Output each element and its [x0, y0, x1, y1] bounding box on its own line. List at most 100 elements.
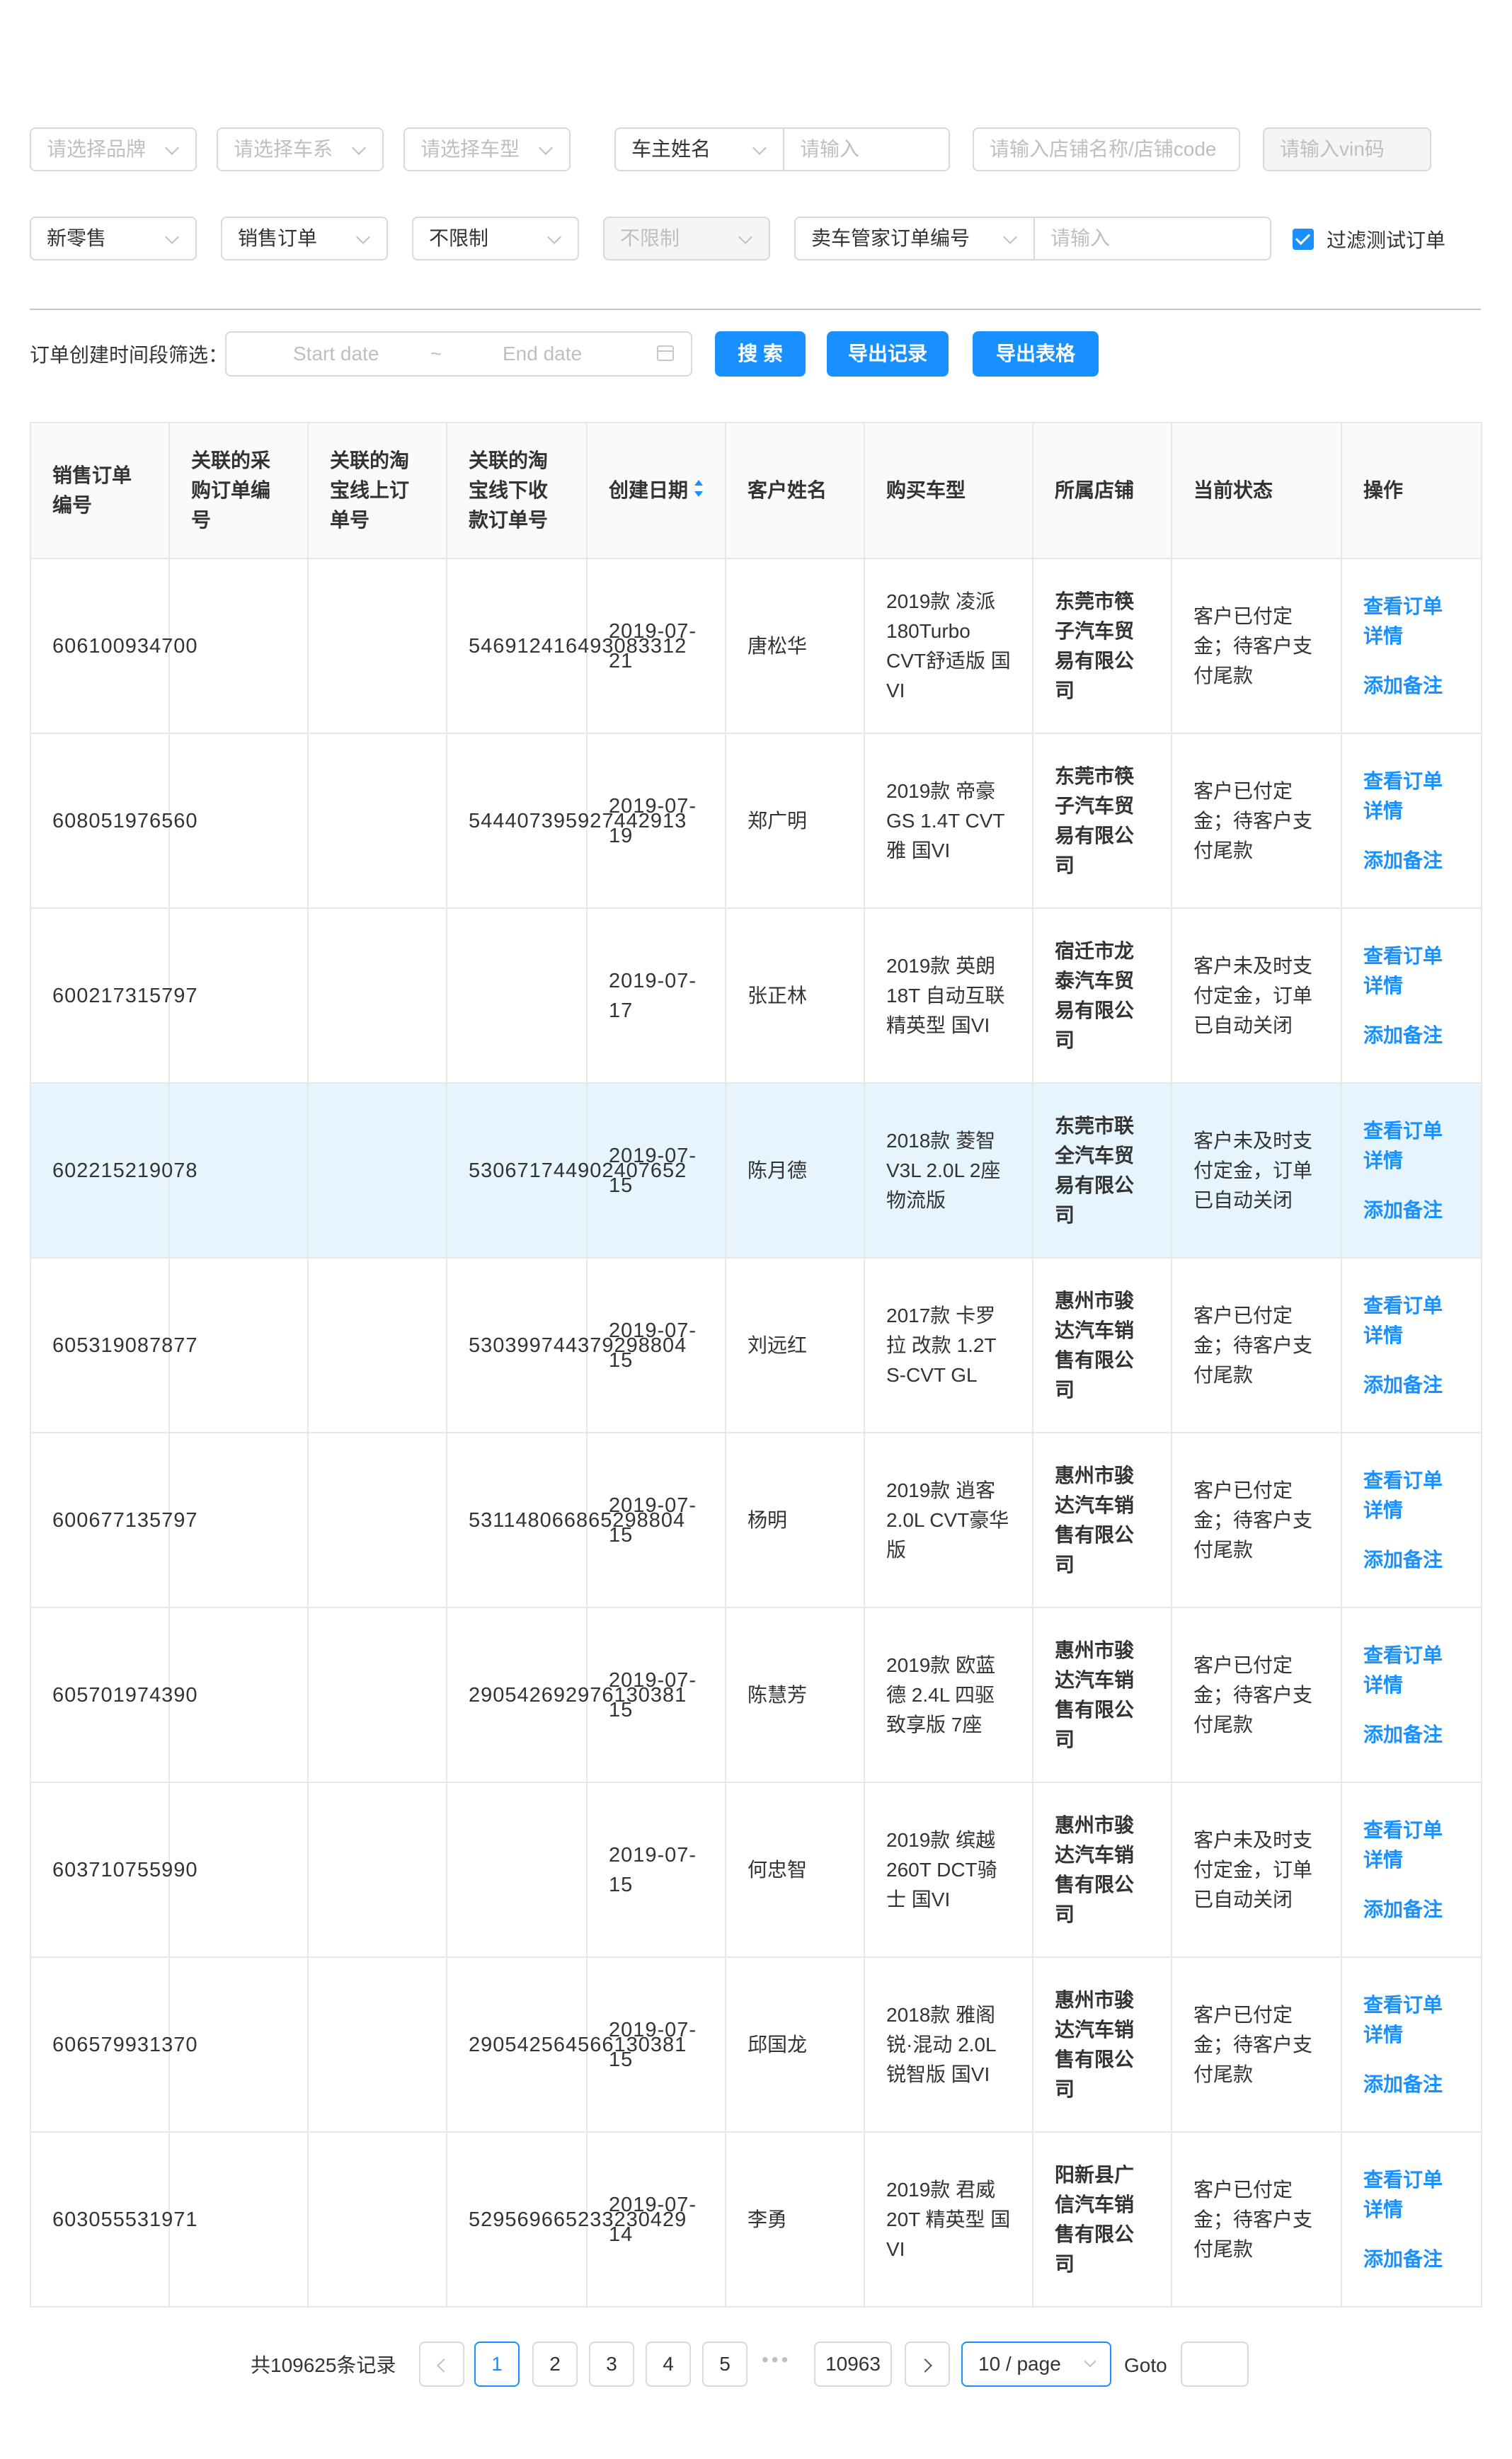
add-note-link[interactable]: 添加备注 [1363, 1196, 1460, 1225]
cell-taobao-online-no [307, 1082, 447, 1259]
date-range-picker[interactable]: Start date ~ End date [225, 331, 692, 377]
page-4-button[interactable]: 4 [646, 2342, 691, 2387]
view-order-detail-link[interactable]: 查看订单详情 [1363, 1816, 1460, 1875]
page-last-button[interactable]: 10963 [814, 2342, 892, 2387]
filter-test-orders-checkbox[interactable]: 过滤测试订单 [1293, 225, 1445, 253]
cell-customer-name: 邱国龙 [725, 1956, 865, 2133]
header-create-date[interactable]: 创建日期 [586, 422, 726, 559]
chevron-down-icon [1003, 230, 1017, 244]
cell-taobao-offline-no: 531148066865298804 [446, 1432, 685, 1608]
search-button[interactable]: 搜 索 [715, 331, 806, 377]
limit-select[interactable]: 不限制 [412, 217, 579, 260]
pagination-ellipsis[interactable]: ••• [762, 2349, 791, 2371]
cell-sales-order-no: 600217315797 [30, 907, 197, 1084]
cell-taobao-offline-no: 290542692976130381 [446, 1607, 686, 1783]
add-note-link[interactable]: 添加备注 [1363, 1545, 1460, 1575]
series-select[interactable]: 请选择车系 [217, 127, 384, 171]
page-1-button[interactable]: 1 [474, 2342, 520, 2387]
order-no-field-select-value: 卖车管家订单编号 [811, 227, 970, 249]
cell-actions: 查看订单详情添加备注 [1341, 2131, 1482, 2308]
order-type-select[interactable]: 销售订单 [221, 217, 388, 260]
table-row: 606100934700 546912416493083312 2019-07-21… [30, 558, 1482, 734]
prev-page-button[interactable] [419, 2342, 464, 2387]
cell-car-model: 2019款 君威 20T 精英型 国VI [864, 2131, 1033, 2308]
view-order-detail-link[interactable]: 查看订单详情 [1363, 2165, 1460, 2225]
cell-car-model: 2019款 欧蓝德 2.4L 四驱致享版 7座 [864, 1607, 1033, 1783]
filter-test-orders-label: 过滤测试订单 [1327, 229, 1446, 251]
cell-sales-order-no: 603055531971 [30, 2131, 197, 2308]
chevron-down-icon [539, 141, 553, 155]
chevron-down-icon [356, 230, 370, 244]
chevron-down-icon [738, 230, 752, 244]
cell-taobao-online-no [307, 907, 447, 1084]
add-note-link[interactable]: 添加备注 [1363, 1720, 1460, 1750]
table-header-row: 销售订单编号 关联的采购订单编号 关联的淘宝线上订单号 关联的淘宝线下收款订单号… [30, 422, 1482, 559]
cell-customer-name: 陈月德 [725, 1082, 865, 1259]
add-note-link[interactable]: 添加备注 [1363, 1895, 1460, 1925]
view-order-detail-link[interactable]: 查看订单详情 [1363, 1466, 1460, 1525]
goto-page-input[interactable] [1181, 2342, 1249, 2387]
view-order-detail-link[interactable]: 查看订单详情 [1363, 1990, 1460, 2050]
model-select[interactable]: 请选择车型 [403, 127, 571, 171]
chevron-down-icon [1084, 2355, 1096, 2368]
cell-actions: 查看订单详情添加备注 [1341, 907, 1482, 1084]
sort-icon[interactable] [694, 476, 704, 504]
cell-customer-name: 刘远红 [725, 1257, 865, 1433]
add-note-link[interactable]: 添加备注 [1363, 846, 1460, 876]
cell-status: 客户已付定金；待客户支付尾款 [1171, 2131, 1342, 2308]
limit-select-value: 不限制 [429, 227, 489, 249]
cell-store: 东莞市筷子汽车贸易有限公司 [1032, 733, 1172, 909]
add-note-link[interactable]: 添加备注 [1363, 671, 1460, 701]
cell-taobao-online-no [307, 733, 447, 909]
cell-actions: 查看订单详情添加备注 [1341, 558, 1482, 734]
start-date-placeholder[interactable]: Start date [293, 333, 379, 375]
cell-status: 客户未及时支付定金，订单已自动关闭 [1171, 1082, 1342, 1259]
export-table-button[interactable]: 导出表格 [973, 331, 1099, 377]
owner-name-input[interactable]: 请输入 [783, 127, 950, 171]
page-5-button[interactable]: 5 [702, 2342, 748, 2387]
channel-select[interactable]: 新零售 [30, 217, 197, 260]
store-input[interactable]: 请输入店铺名称/店铺code [973, 127, 1240, 171]
cell-actions: 查看订单详情添加备注 [1341, 1782, 1482, 1958]
cell-taobao-online-no [307, 1956, 447, 2133]
view-order-detail-link[interactable]: 查看订单详情 [1363, 592, 1460, 651]
checkbox-checked-icon[interactable] [1293, 229, 1314, 250]
cell-car-model: 2019款 缤越 260T DCT骑士 国VI [864, 1782, 1033, 1958]
view-order-detail-link[interactable]: 查看订单详情 [1363, 1291, 1460, 1351]
cell-store: 惠州市骏达汽车销售有限公司 [1032, 1782, 1172, 1958]
cell-taobao-offline-no: 529569665233230429 [446, 2131, 686, 2308]
brand-select[interactable]: 请选择品牌 [30, 127, 197, 171]
next-page-button[interactable] [905, 2342, 950, 2387]
header-status: 当前状态 [1171, 422, 1342, 559]
view-order-detail-link[interactable]: 查看订单详情 [1363, 767, 1460, 826]
cell-store: 惠州市骏达汽车销售有限公司 [1032, 1607, 1172, 1783]
add-note-link[interactable]: 添加备注 [1363, 1370, 1460, 1400]
order-no-input[interactable]: 请输入 [1033, 217, 1271, 260]
page-3-button[interactable]: 3 [589, 2342, 634, 2387]
view-order-detail-link[interactable]: 查看订单详情 [1363, 1641, 1460, 1700]
add-note-link[interactable]: 添加备注 [1363, 2070, 1460, 2099]
cell-car-model: 2018款 菱智 V3L 2.0L 2座 物流版 [864, 1082, 1033, 1259]
channel-select-value: 新零售 [47, 227, 107, 249]
goto-label: Goto [1124, 2354, 1167, 2376]
view-order-detail-link[interactable]: 查看订单详情 [1363, 1116, 1460, 1176]
cell-taobao-offline-no: 530399744379298804 [446, 1257, 686, 1433]
header-customer-name: 客户姓名 [725, 422, 865, 559]
page-size-select[interactable]: 10 / page [961, 2342, 1111, 2387]
add-note-link[interactable]: 添加备注 [1363, 2245, 1460, 2274]
view-order-detail-link[interactable]: 查看订单详情 [1363, 941, 1460, 1001]
date-range-separator: ~ [430, 343, 442, 365]
page-2-button[interactable]: 2 [532, 2342, 578, 2387]
order-no-field-select[interactable]: 卖车管家订单编号 [794, 217, 1035, 260]
table-row: 603710755990 2019-07-15 何忠智 2019款 缤越 260T D… [30, 1782, 1482, 1958]
end-date-placeholder[interactable]: End date [503, 333, 582, 375]
cell-car-model: 2019款 英朗 18T 自动互联精英型 国VI [864, 907, 1033, 1084]
cell-customer-name: 唐松华 [725, 558, 865, 734]
brand-select-value: 请选择品牌 [47, 138, 147, 160]
add-note-link[interactable]: 添加备注 [1363, 1021, 1460, 1050]
cell-status: 客户已付定金；待客户支付尾款 [1171, 1607, 1342, 1783]
export-records-button[interactable]: 导出记录 [827, 331, 949, 377]
cell-taobao-online-no [307, 558, 447, 734]
owner-field-select[interactable]: 车主姓名 [614, 127, 784, 171]
cell-customer-name: 李勇 [725, 2131, 865, 2308]
